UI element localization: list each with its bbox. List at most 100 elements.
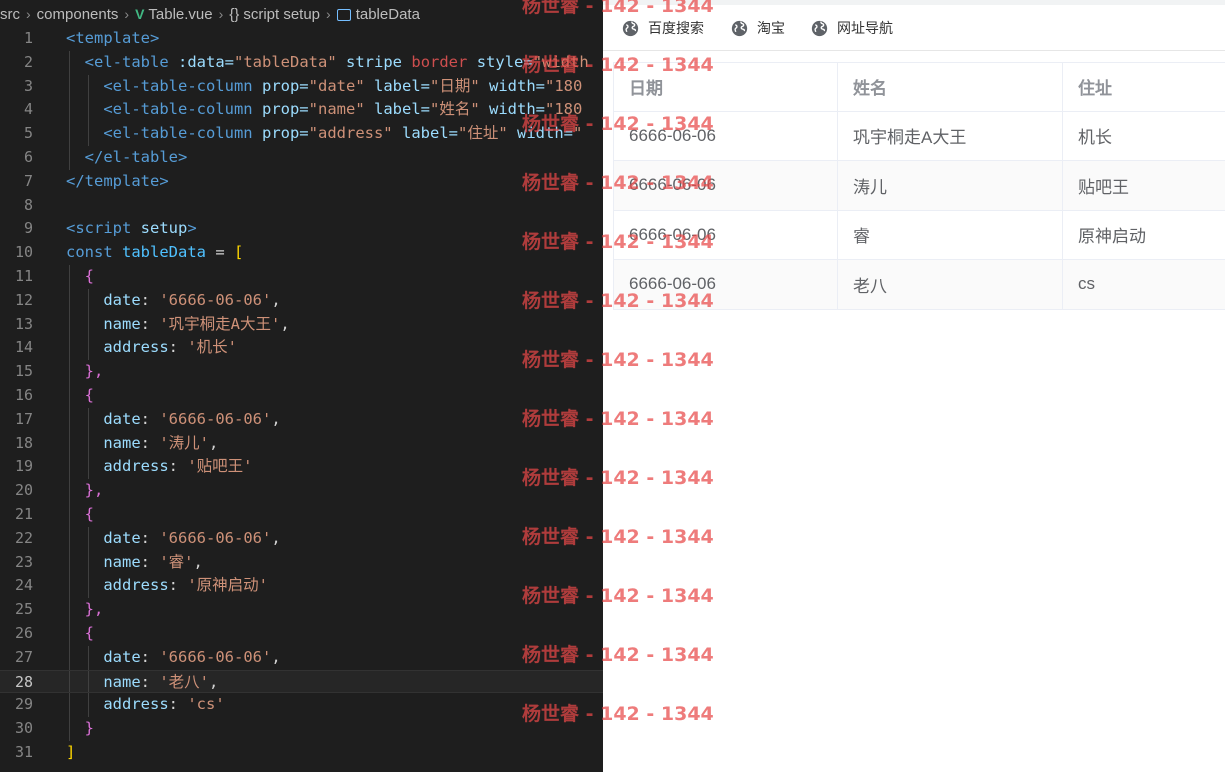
code-line[interactable]: 25 }, — [0, 598, 603, 622]
code-token: border — [411, 52, 468, 71]
code-token: "姓名" — [430, 100, 480, 119]
code-token: = — [206, 243, 235, 262]
code-token: style= — [476, 52, 533, 71]
code-line[interactable]: 29 address: 'cs' — [0, 693, 603, 718]
code-line[interactable]: 2 <el-table :data="tableData" stripe bor… — [0, 50, 603, 75]
code-line[interactable]: 26 { — [0, 621, 603, 646]
code-line[interactable]: 22 date: '6666-06-06', — [0, 526, 603, 551]
code-line[interactable]: 23 name: '睿', — [0, 550, 603, 575]
code-token: : — [140, 290, 160, 309]
table-row[interactable]: 6666-06-06 老八 cs — [613, 260, 1225, 310]
code-line[interactable]: 16 { — [0, 383, 603, 408]
code-line[interactable]: 31] — [0, 741, 603, 765]
variable-icon — [336, 9, 351, 21]
breadcrumb-symbol[interactable]: tableData — [356, 6, 420, 23]
line-number: 2 — [23, 52, 33, 71]
table-row[interactable]: 6666-06-06 巩宇桐走A大王 机长 — [613, 111, 1225, 161]
toolbar-edge — [603, 0, 1225, 5]
code-token: const — [66, 243, 113, 262]
code-line[interactable]: 3 <el-table-column prop="date" label="日期… — [0, 74, 603, 99]
line-content: <template> — [66, 27, 159, 51]
line-content: date: '6666-06-06', — [66, 646, 280, 670]
code-line[interactable]: 17 date: '6666-06-06', — [0, 407, 603, 432]
line-content: const tableData = [ — [66, 241, 243, 265]
code-token: : — [140, 672, 160, 691]
code-line[interactable]: 6 </el-table> — [0, 145, 603, 170]
code-line[interactable]: 30 } — [0, 717, 603, 741]
line-number: 16 — [14, 385, 33, 404]
code-token: > — [187, 219, 197, 238]
code-token: : — [168, 457, 188, 476]
cell-address: 贴吧王 — [1078, 177, 1129, 197]
code-line[interactable]: 7 </template> — [0, 170, 603, 194]
code-token: tableData — [122, 243, 207, 262]
code-line-current[interactable]: 28 name: '老八', — [0, 669, 603, 694]
code-token: prop= — [261, 124, 309, 143]
bookmark-hao-nav[interactable]: 网址导航 — [811, 18, 893, 38]
code-line[interactable]: 20 }, — [0, 479, 603, 503]
code-token: '机长' — [187, 338, 237, 357]
code-token: address — [103, 576, 169, 595]
code-line[interactable]: 24 address: '原神启动' — [0, 574, 603, 599]
code-line[interactable]: 5 <el-table-column prop="address" label=… — [0, 122, 603, 146]
code-token: <el-table — [84, 52, 169, 71]
table-row[interactable]: 6666-06-06 睿 原神启动 — [613, 210, 1225, 260]
breadcrumb-components[interactable]: components — [37, 6, 119, 23]
code-area[interactable]: 1 <template> 2 <el-table :data="tableData… — [0, 27, 603, 765]
code-token: "width — [532, 52, 589, 71]
code-token: : — [140, 433, 160, 452]
cell-name: 老八 — [838, 260, 1063, 309]
code-token: '原神启动' — [187, 576, 268, 595]
code-token: 'cs' — [187, 695, 225, 714]
code-token: <template> — [66, 29, 160, 47]
bookmark-taobao[interactable]: 淘宝 — [731, 18, 785, 38]
code-line[interactable]: 19 address: '贴吧王' — [0, 455, 603, 480]
code-token: address — [103, 338, 169, 357]
code-token: , — [271, 409, 281, 428]
browser-viewport: 百度搜索 淘宝 网址导航 日期 姓名 住址 6666-06-06 巩宇桐走A大王 — [603, 0, 1225, 772]
code-token: "日期" — [430, 76, 480, 95]
table-row[interactable]: 6666-06-06 涛儿 贴吧王 — [613, 161, 1225, 211]
line-number: 28 — [14, 672, 33, 691]
code-line[interactable]: 4 <el-table-column prop="name" label="姓名… — [0, 98, 603, 123]
bookmark-baidu[interactable]: 百度搜索 — [622, 18, 704, 38]
breadcrumb-src[interactable]: src — [0, 6, 20, 23]
code-line[interactable]: 21 { — [0, 502, 603, 527]
code-line[interactable]: 18 name: '涛儿', — [0, 431, 603, 456]
line-content: }, — [66, 479, 104, 503]
header-address[interactable]: 住址 — [1063, 63, 1225, 111]
code-token: prop= — [261, 100, 309, 119]
code-line[interactable]: 12 date: '6666-06-06', — [0, 288, 603, 313]
line-number: 23 — [14, 552, 33, 571]
breadcrumb: src › components › V Table.vue › {} scri… — [0, 0, 603, 28]
cell-address: 原神启动 — [1078, 227, 1146, 247]
code-token: "tableData" — [234, 52, 337, 71]
header-name[interactable]: 姓名 — [838, 63, 1063, 111]
cell-address: cs — [1078, 274, 1095, 294]
code-line[interactable]: 13 name: '巩宇桐走A大王', — [0, 312, 603, 337]
code-token: : — [140, 314, 160, 333]
code-line[interactable]: 10 const tableData = [ — [0, 241, 603, 265]
cell-address: 机长 — [1078, 128, 1112, 148]
code-token: </el-table> — [84, 147, 188, 166]
code-line[interactable]: 14 address: '机长' — [0, 336, 603, 361]
code-token: <el-table-column — [103, 124, 253, 143]
header-date[interactable]: 日期 — [613, 63, 838, 111]
code-line[interactable]: 9 <script setup> — [0, 217, 603, 241]
code-token: { — [84, 385, 95, 404]
globe-icon — [811, 20, 828, 36]
code-line[interactable]: 27 date: '6666-06-06', — [0, 645, 603, 670]
code-line[interactable]: 11 { — [0, 264, 603, 289]
line-number: 17 — [14, 409, 33, 428]
line-number: 7 — [23, 171, 33, 190]
code-editor[interactable]: src › components › V Table.vue › {} scri… — [0, 0, 603, 772]
bookmark-label: 百度搜索 — [648, 20, 704, 36]
breadcrumb-file[interactable]: Table.vue — [148, 6, 212, 23]
code-line[interactable]: 8 — [0, 194, 603, 218]
code-line[interactable]: 1 <template> — [0, 27, 603, 51]
breadcrumb-script-setup[interactable]: script setup — [243, 6, 320, 23]
line-content: date: '6666-06-06', — [66, 408, 281, 432]
code-line[interactable]: 15 }, — [0, 360, 603, 384]
code-token: name — [103, 314, 141, 333]
line-number: 5 — [23, 124, 33, 143]
